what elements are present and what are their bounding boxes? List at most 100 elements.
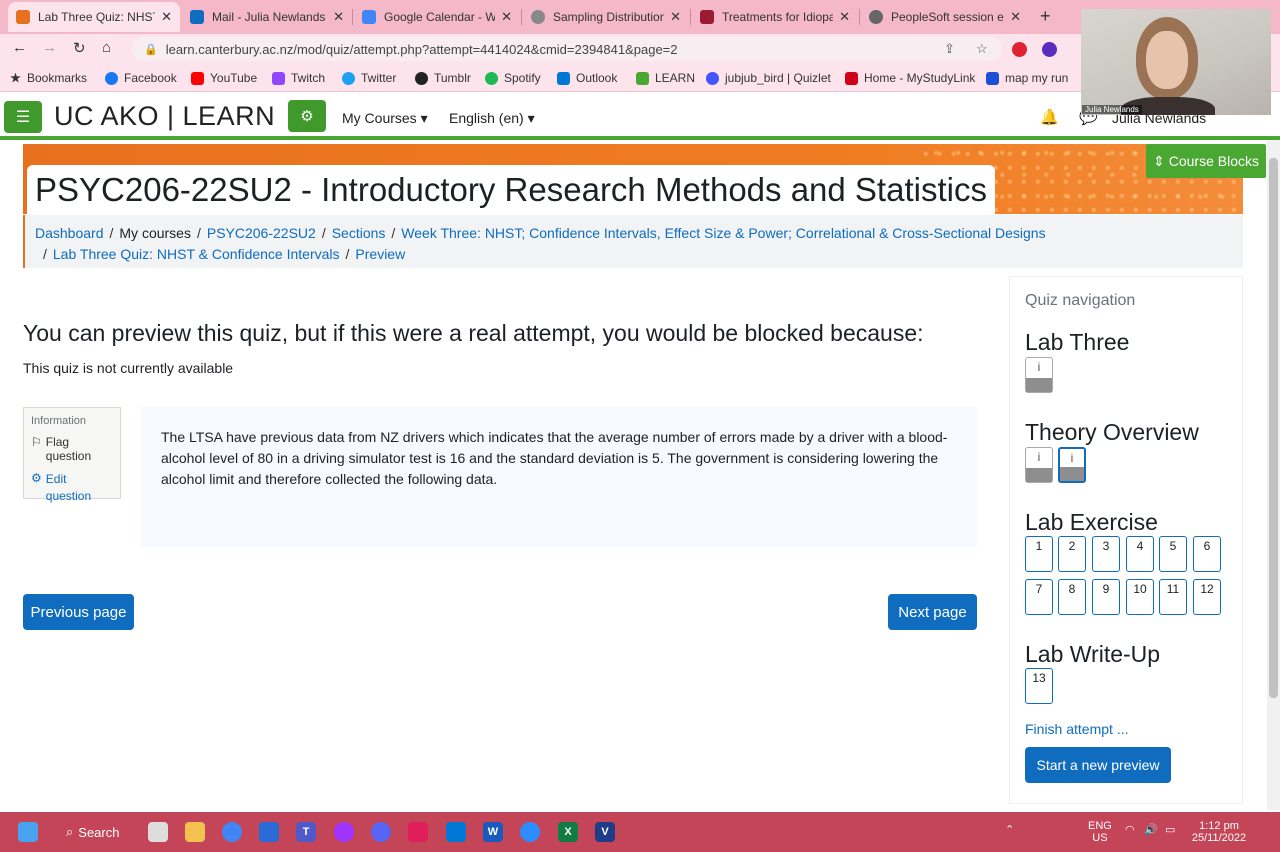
breadcrumb-week[interactable]: Week Three: NHST; Confidence Intervals, …	[401, 225, 1045, 241]
close-icon[interactable]: ✕	[670, 9, 681, 25]
reload-icon[interactable]: ↻	[73, 39, 86, 57]
quiz-nav-button-5[interactable]: 5	[1159, 536, 1187, 572]
bookmark-bookmarks[interactable]: Bookmarks	[10, 71, 87, 85]
quiz-nav-button-9[interactable]: 9	[1092, 579, 1120, 615]
calendar-app-icon[interactable]	[259, 822, 279, 842]
tab-sampling-distribution[interactable]: Sampling Distribution ✕	[523, 2, 689, 32]
close-icon[interactable]: ✕	[1010, 9, 1021, 25]
wifi-icon[interactable]: ◠	[1125, 824, 1135, 836]
tab-lab-three-quiz[interactable]: Lab Three Quiz: NHST ✕	[8, 2, 180, 32]
new-tab-icon[interactable]: +	[1040, 6, 1051, 27]
address-bar[interactable]: 🔒 learn.canterbury.ac.nz/mod/quiz/attemp…	[132, 37, 1002, 61]
bookmark-spotify[interactable]: Spotify	[485, 71, 541, 85]
file-explorer-icon[interactable]	[185, 822, 205, 842]
opera-extension-icon[interactable]	[1012, 42, 1027, 57]
close-icon[interactable]: ✕	[333, 9, 344, 25]
bookmark-facebook[interactable]: Facebook	[105, 71, 177, 85]
breadcrumb-dashboard[interactable]: Dashboard	[35, 225, 104, 241]
task-view-icon[interactable]	[148, 822, 168, 842]
tab-mail[interactable]: Mail - Julia Newlands ✕	[182, 2, 352, 32]
previous-page-button[interactable]: Previous page	[23, 594, 134, 630]
breadcrumb-quiz[interactable]: Lab Three Quiz: NHST & Confidence Interv…	[53, 246, 340, 262]
slack-icon[interactable]	[408, 822, 428, 842]
quiz-nav-button-11[interactable]: 11	[1159, 579, 1187, 615]
finish-attempt-link[interactable]: Finish attempt ...	[1025, 721, 1128, 737]
bookmark-map-my-run[interactable]: map my run	[986, 71, 1068, 85]
quiz-nav-button-current[interactable]: i	[1058, 447, 1086, 483]
quiz-nav-button-2[interactable]: 2	[1058, 536, 1086, 572]
bookmark-twitter[interactable]: Twitter	[342, 71, 396, 85]
word-icon[interactable]: W	[483, 822, 503, 842]
menu-hamburger-icon[interactable]: ☰	[4, 101, 42, 133]
breadcrumb-preview[interactable]: Preview	[355, 246, 405, 262]
quiz-nav-button-3[interactable]: 3	[1092, 536, 1120, 572]
language-indicator[interactable]: ENG US	[1088, 820, 1112, 844]
scrollbar-thumb[interactable]	[1269, 158, 1278, 698]
admin-gear-icon[interactable]: ⚙	[288, 100, 326, 132]
excel-icon[interactable]: X	[558, 822, 578, 842]
clock[interactable]: 1:12 pm 25/11/2022	[1184, 820, 1254, 844]
chrome-icon[interactable]	[222, 822, 242, 842]
windows-start-icon[interactable]	[18, 822, 38, 842]
forward-icon[interactable]: →	[42, 39, 57, 56]
language-extension-icon[interactable]	[1042, 42, 1057, 57]
mail-icon[interactable]	[446, 822, 466, 842]
notification-bell-icon[interactable]: 🔔	[1040, 108, 1059, 126]
site-logo[interactable]: UC AKO | LEARN	[54, 101, 275, 132]
quiz-nav-button-13[interactable]: 13	[1025, 668, 1053, 704]
home-icon[interactable]: ⌂	[102, 39, 111, 56]
teams-icon[interactable]: T	[296, 822, 316, 842]
url-text: learn.canterbury.ac.nz/mod/quiz/attempt.…	[165, 41, 678, 57]
my-courses-menu[interactable]: My Courses ▾	[342, 110, 428, 127]
bookmark-star-icon[interactable]: ☆	[976, 41, 988, 57]
quiz-nav-button-info[interactable]: i	[1025, 447, 1053, 483]
zoom-icon[interactable]	[520, 822, 540, 842]
course-blocks-button[interactable]: ⇕ Course Blocks	[1146, 144, 1266, 178]
language-menu[interactable]: English (en) ▾	[449, 110, 535, 127]
page-title: PSYC206-22SU2 - Introductory Research Me…	[27, 165, 995, 215]
quiz-nav-button-6[interactable]: 6	[1193, 536, 1221, 572]
quiz-nav-button-7[interactable]: 7	[1025, 579, 1053, 615]
quiz-nav-button-info[interactable]: i	[1025, 357, 1053, 393]
tab-treatments[interactable]: Treatments for Idiopa ✕	[692, 2, 858, 32]
tab-peoplesoft[interactable]: PeopleSoft session ex ✕	[861, 2, 1029, 32]
next-page-button[interactable]: Next page	[888, 594, 977, 630]
close-icon[interactable]: ✕	[839, 9, 850, 25]
breadcrumb-sections[interactable]: Sections	[332, 225, 386, 241]
flag-question-link[interactable]: ⚐ Flag question	[31, 435, 113, 463]
bookmark-twitch[interactable]: Twitch	[272, 71, 325, 85]
facebook-icon	[105, 71, 118, 85]
bookmark-tumblr[interactable]: Tumblr	[415, 71, 471, 85]
tab-google-calendar[interactable]: Google Calendar - We ✕	[354, 2, 520, 32]
edit-question-link[interactable]: ⚙ Edit question	[31, 471, 113, 505]
quiz-nav-button-10[interactable]: 10	[1126, 579, 1154, 615]
breadcrumb-course[interactable]: PSYC206-22SU2	[207, 225, 316, 241]
bookmark-outlook[interactable]: Outlook	[557, 71, 617, 85]
bookmark-quizlet[interactable]: jubjub_bird | Quizlet	[706, 71, 831, 85]
back-icon[interactable]: ←	[12, 39, 27, 56]
close-icon[interactable]: ✕	[501, 9, 512, 25]
vertical-scrollbar[interactable]	[1267, 140, 1280, 810]
bookmark-mystudylink[interactable]: Home - MyStudyLink	[845, 71, 975, 85]
quiz-nav-button-8[interactable]: 8	[1058, 579, 1086, 615]
quiz-nav-button-1[interactable]: 1	[1025, 536, 1053, 572]
messenger-icon[interactable]	[334, 822, 354, 842]
blocked-heading: You can preview this quiz, but if this w…	[23, 320, 924, 346]
vertical-arrow-icon: ⇕	[1153, 152, 1165, 169]
share-icon[interactable]: ⇪	[944, 41, 955, 57]
outlook-icon	[557, 71, 570, 85]
tray-chevron-icon[interactable]: ⌃	[1005, 824, 1014, 836]
start-new-preview-button[interactable]: Start a new preview	[1025, 747, 1171, 783]
taskbar-search[interactable]: ⌕ Search	[58, 820, 128, 844]
outlook-favicon-icon	[190, 10, 204, 24]
quiz-nav-button-4[interactable]: 4	[1126, 536, 1154, 572]
battery-icon[interactable]: ▭	[1165, 824, 1175, 836]
quiz-nav-button-12[interactable]: 12	[1193, 579, 1221, 615]
discord-icon[interactable]	[371, 822, 391, 842]
webcam-overlay: Julia Newlands	[1081, 9, 1271, 115]
volume-icon[interactable]: 🔊	[1144, 824, 1158, 836]
close-icon[interactable]: ✕	[161, 9, 172, 25]
vpn-icon[interactable]: V	[595, 822, 615, 842]
bookmark-youtube[interactable]: YouTube	[191, 71, 257, 85]
bookmark-learn[interactable]: LEARN	[636, 71, 695, 85]
